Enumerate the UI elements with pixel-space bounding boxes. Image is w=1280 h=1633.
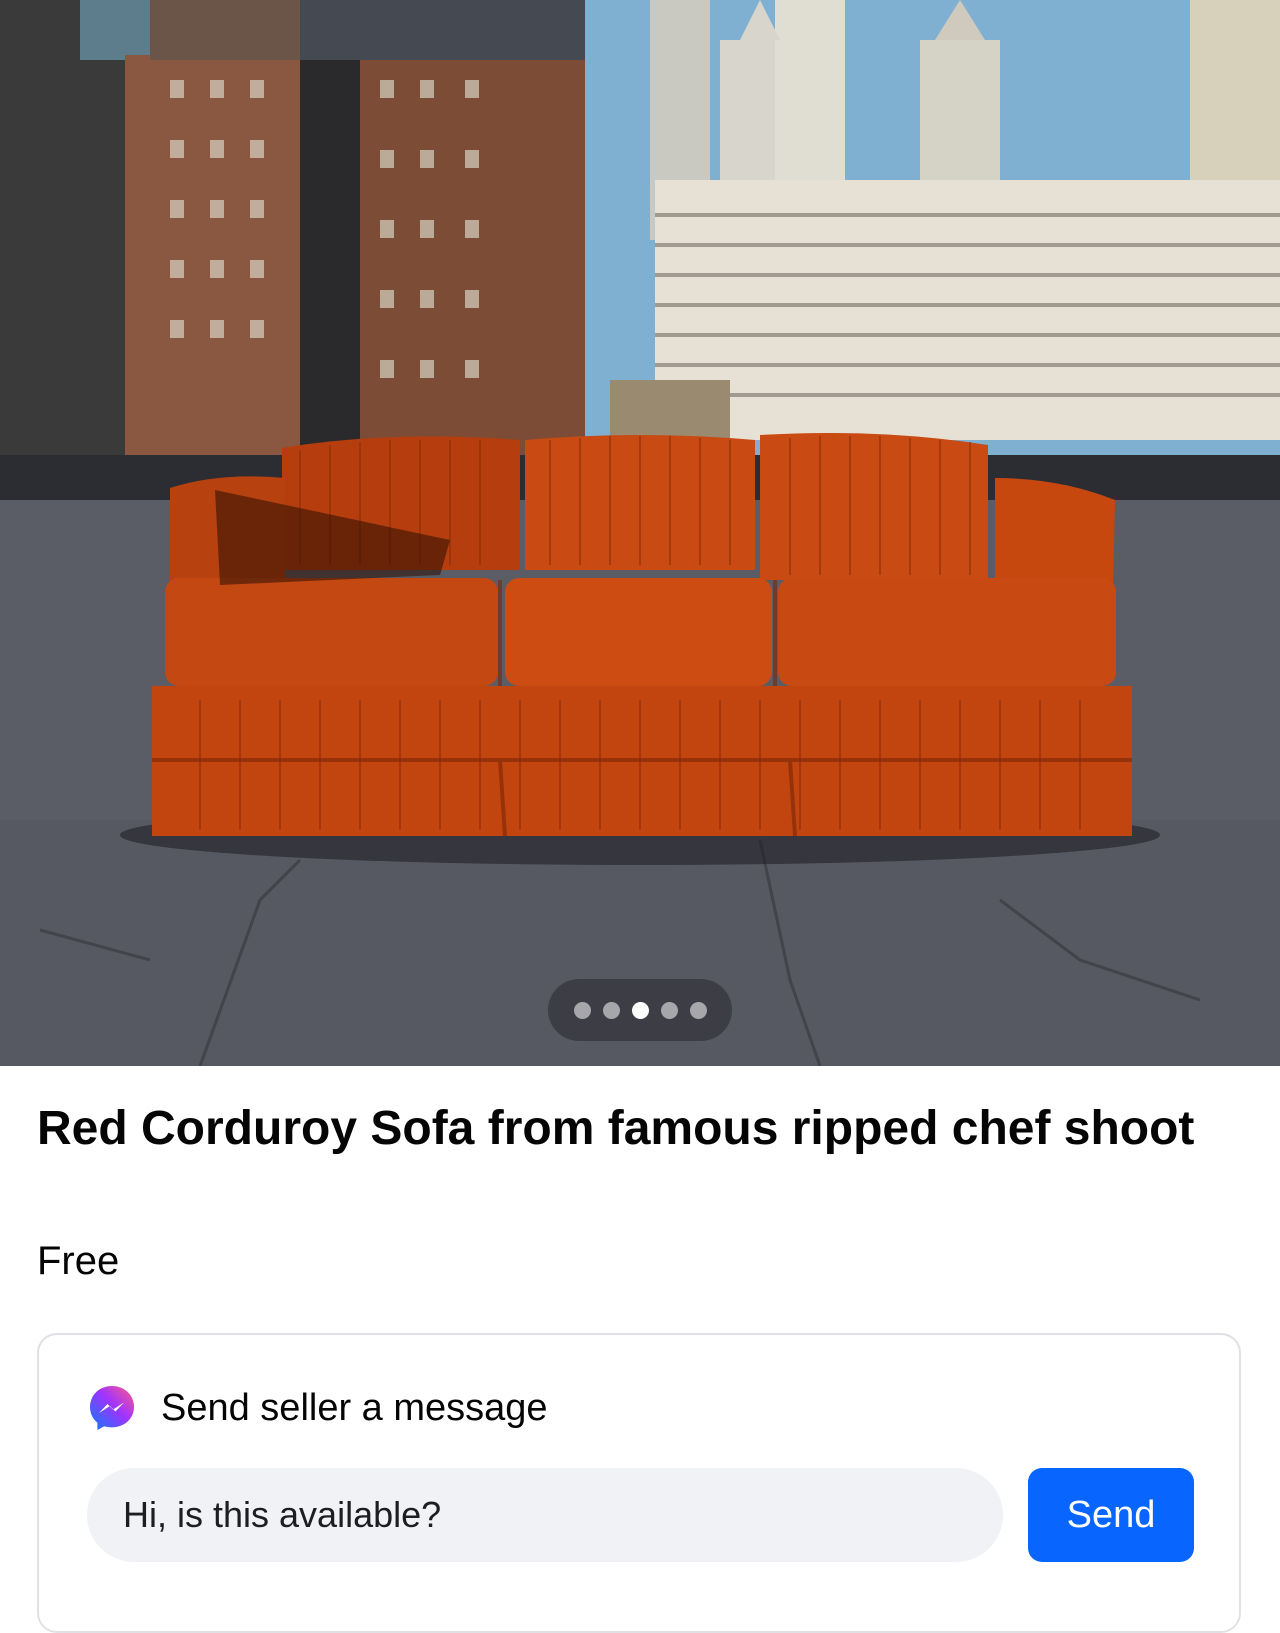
message-input[interactable]	[87, 1468, 1003, 1562]
carousel-indicator[interactable]	[548, 979, 732, 1041]
carousel-dot-active[interactable]	[631, 1001, 649, 1019]
send-button[interactable]: Send	[1028, 1468, 1194, 1562]
message-label: Send seller a message	[161, 1386, 548, 1429]
message-seller-card: Send seller a message Send	[37, 1333, 1241, 1633]
messenger-icon	[90, 1386, 134, 1430]
carousel-dot[interactable]	[602, 1001, 620, 1019]
carousel-dot[interactable]	[689, 1001, 707, 1019]
listing-photo[interactable]	[0, 0, 1280, 1066]
listing-price: Free	[37, 1239, 120, 1283]
listing-title: Red Corduroy Sofa from famous ripped che…	[37, 1102, 1195, 1155]
carousel-dot[interactable]	[573, 1001, 591, 1019]
carousel-dot[interactable]	[660, 1001, 678, 1019]
sofa-rooftop-image	[0, 0, 1280, 1066]
message-header: Send seller a message	[87, 1383, 548, 1433]
